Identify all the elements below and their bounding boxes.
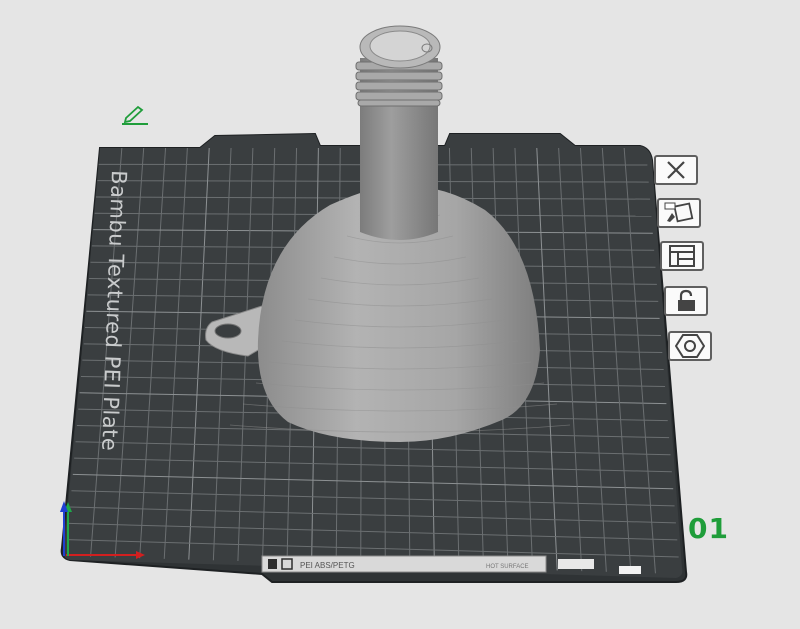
delete-plate-button[interactable] xyxy=(654,155,698,185)
unlock-icon xyxy=(678,289,695,311)
arrange-button[interactable] xyxy=(660,241,704,271)
auto-orient-icon xyxy=(664,202,694,223)
hex-nut-icon xyxy=(675,334,705,358)
lock-plate-button[interactable] xyxy=(664,286,708,316)
close-x-icon xyxy=(667,161,685,179)
auto-orient-button[interactable] xyxy=(657,198,701,228)
plate-label-subtext: HOT SURFACE xyxy=(486,564,529,570)
arrange-layout-icon xyxy=(669,245,695,267)
edit-plate-name-icon[interactable] xyxy=(118,104,152,126)
plate-settings-button[interactable] xyxy=(668,331,712,361)
plate-number: 01 xyxy=(688,512,729,545)
plate-label-text: PEI ABS/PETG xyxy=(300,561,355,570)
